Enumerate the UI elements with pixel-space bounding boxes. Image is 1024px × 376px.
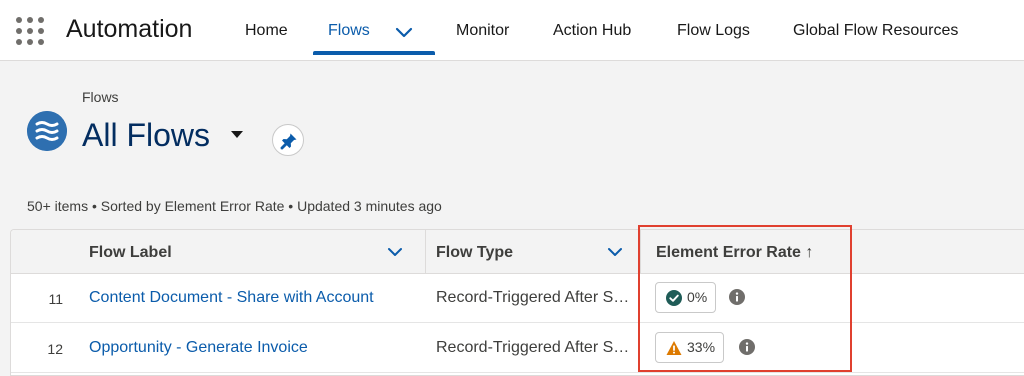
nav-item-global-flow-resources[interactable]: Global Flow Resources (793, 22, 958, 40)
object-label: Flows (82, 89, 119, 105)
list-view-title[interactable]: All Flows (82, 117, 210, 154)
chevron-down-icon[interactable] (387, 245, 403, 259)
column-header-flow-label[interactable]: Flow Label (11, 230, 425, 274)
table-row: 11 Content Document - Share with Account… (11, 274, 1024, 323)
active-tab-indicator (313, 51, 435, 55)
nav-item-monitor[interactable]: Monitor (456, 22, 509, 40)
flows-table: Flow Label Flow Type Element Error Rate … (10, 229, 1024, 376)
column-header-flow-type[interactable]: Flow Type (426, 230, 640, 274)
nav-item-action-hub[interactable]: Action Hub (553, 22, 631, 40)
flow-label-link[interactable]: Content Document - Share with Account (89, 289, 374, 307)
list-view-summary: 50+ items • Sorted by Element Error Rate… (27, 198, 442, 214)
flow-type-cell: Record-Triggered After Save (436, 339, 636, 356)
row-number: 12 (47, 341, 63, 357)
nav-item-flow-logs[interactable]: Flow Logs (677, 22, 750, 40)
table-header: Flow Label Flow Type Element Error Rate … (11, 230, 1024, 274)
highlight-box (638, 225, 852, 372)
column-header-label: Flow Label (89, 244, 172, 261)
chevron-down-icon[interactable] (607, 245, 623, 259)
chevron-down-icon[interactable] (393, 22, 415, 42)
pin-button[interactable] (272, 124, 304, 156)
nav-item-home[interactable]: Home (245, 22, 288, 40)
table-row: 12 Opportunity - Generate Invoice Record… (11, 324, 1024, 373)
nav-item-flows[interactable]: Flows (328, 22, 370, 40)
flow-icon (27, 111, 67, 151)
app-launcher-icon[interactable] (16, 17, 44, 45)
column-header-label: Flow Type (436, 244, 514, 261)
flow-label-link[interactable]: Opportunity - Generate Invoice (89, 339, 308, 357)
flow-type-cell: Record-Triggered After Save (436, 289, 636, 306)
row-number: 11 (48, 291, 63, 307)
caret-down-icon[interactable] (230, 130, 244, 140)
pin-icon (280, 133, 297, 150)
top-nav-bar: Automation Home Flows Monitor Action Hub… (0, 0, 1024, 61)
app-name: Automation (66, 15, 193, 43)
